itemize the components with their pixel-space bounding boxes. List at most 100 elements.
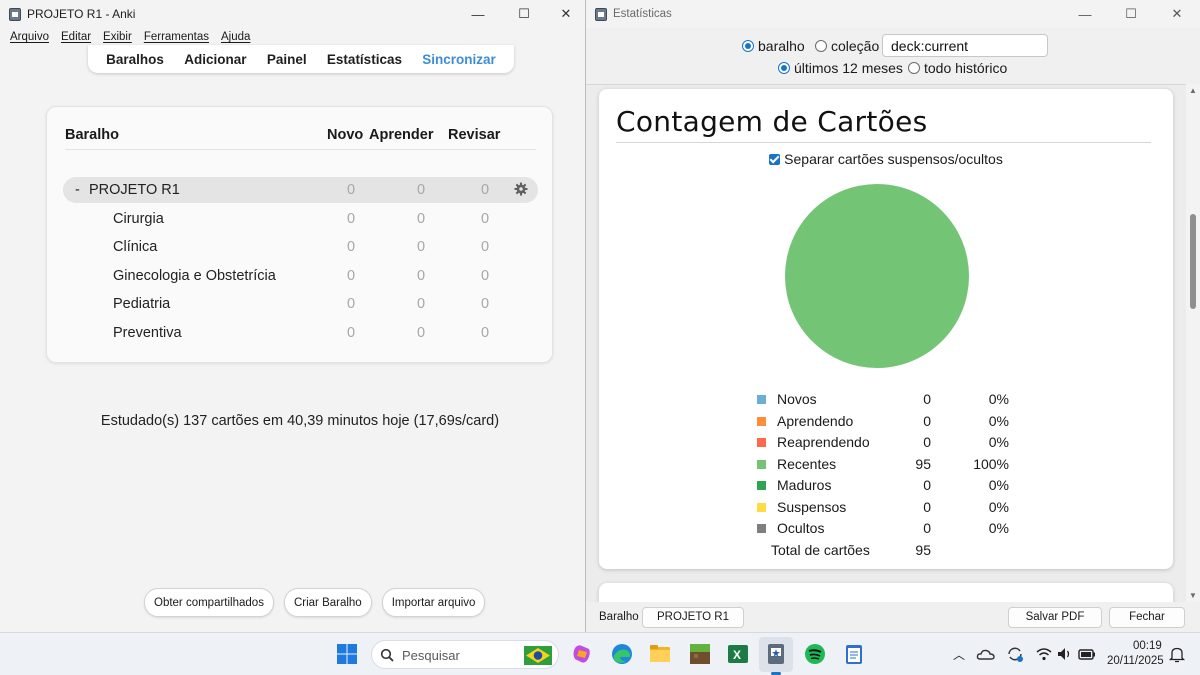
menu-ajuda[interactable]: Ajuda (215, 31, 256, 43)
deck-name[interactable]: PROJETO R1 (89, 182, 180, 198)
deck-name[interactable]: Clínica (113, 239, 157, 255)
scope-collection-radio[interactable]: coleção (815, 38, 879, 54)
chevron-up-icon[interactable]: ︿ (953, 646, 965, 663)
deck-name[interactable]: Ginecologia e Obstetrícia (113, 268, 276, 284)
studied-today-text: Estudado(s) 137 cartões em 40,39 minutos… (100, 413, 500, 429)
deck-table-header: Baralho Novo Aprender Revisar (65, 127, 536, 151)
deck-name[interactable]: Cirurgia (113, 211, 164, 227)
deck-learn-count: 0 (416, 182, 426, 198)
legend-total-row: Total de cartões 95 (771, 542, 1071, 558)
get-shared-button[interactable]: Obter compartilhados (144, 588, 274, 617)
excel-icon[interactable]: X (726, 642, 750, 666)
save-pdf-button[interactable]: Salvar PDF (1008, 607, 1102, 628)
minimize-button[interactable]: — (1062, 0, 1108, 28)
next-stats-panel (599, 583, 1173, 602)
toolbar-sync[interactable]: Sincronizar (422, 52, 496, 67)
windows-start-icon[interactable] (335, 642, 359, 666)
legend-label: Aprendendo (777, 412, 854, 429)
create-deck-button[interactable]: Criar Baralho (283, 588, 372, 617)
menu-arquivo[interactable]: Arquivo (4, 31, 55, 43)
maximize-button[interactable]: ☐ (501, 0, 547, 28)
clock-date[interactable]: 20/11/2025 (1107, 655, 1164, 667)
header-deck: Baralho (65, 127, 119, 143)
header-new: Novo (327, 127, 364, 143)
legend-label: Maduros (777, 477, 832, 493)
battery-icon[interactable] (1077, 645, 1097, 663)
separate-suspended-checkbox[interactable]: Separar cartões suspensos/ocultos (599, 151, 1173, 167)
maximize-button[interactable]: ☐ (1108, 0, 1154, 28)
period-last12-label: últimos 12 meses (794, 60, 903, 76)
collapse-toggle[interactable]: - (75, 182, 80, 198)
deck-row[interactable]: Clínica 0 0 0 (63, 234, 538, 260)
gear-icon[interactable] (514, 182, 528, 196)
scroll-up-arrow-icon[interactable]: ▲ (1189, 86, 1197, 95)
import-file-button[interactable]: Importar arquivo (381, 588, 486, 617)
scrollbar-thumb[interactable] (1190, 214, 1196, 309)
onedrive-icon[interactable] (976, 645, 996, 663)
radio-selected-icon (742, 40, 754, 52)
stats-content[interactable]: Contagem de Cartões Separar cartões susp… (586, 84, 1186, 602)
deck-new-count: 0 (346, 211, 356, 227)
deck-row-parent[interactable]: - PROJETO R1 0 0 0 (63, 177, 538, 203)
deck-name[interactable]: Pediatria (113, 296, 170, 312)
edge-icon[interactable] (610, 642, 634, 666)
radio-icon (908, 62, 920, 74)
notification-bell-icon[interactable] (1168, 645, 1186, 663)
deck-name[interactable]: Preventiva (113, 325, 182, 341)
total-label: Total de cartões (771, 541, 870, 558)
toolbar-browse[interactable]: Painel (267, 52, 307, 67)
close-stats-button[interactable]: Fechar (1109, 607, 1185, 628)
deck-learn-count: 0 (416, 239, 426, 255)
pie-slice-recentes[interactable] (785, 184, 969, 368)
minimize-button[interactable]: — (455, 0, 501, 28)
radio-selected-icon (778, 62, 790, 74)
deck-row[interactable]: Preventiva 0 0 0 (63, 320, 538, 346)
deck-row[interactable]: Pediatria 0 0 0 (63, 291, 538, 317)
copilot-icon[interactable] (570, 642, 594, 666)
legend-percent: 0% (988, 434, 1009, 450)
close-button[interactable]: ✕ (1154, 0, 1200, 28)
panel-divider (616, 142, 1151, 143)
menu-editar[interactable]: Editar (55, 31, 97, 43)
legend-swatch (757, 481, 766, 490)
period-last12-radio[interactable]: últimos 12 meses (778, 60, 903, 76)
legend-swatch (757, 438, 766, 447)
legend-label: Suspensos (777, 498, 847, 515)
close-button[interactable]: ✕ (547, 0, 585, 28)
menubar: Arquivo Editar Exibir Ferramentas Ajuda (0, 28, 585, 46)
legend-count: 0 (923, 520, 931, 536)
deck-review-count: 0 (480, 268, 490, 284)
scroll-down-arrow-icon[interactable]: ▼ (1189, 591, 1197, 600)
deck-row[interactable]: Ginecologia e Obstetrícia 0 0 0 (63, 263, 538, 289)
period-all-radio[interactable]: todo histórico (908, 60, 1007, 76)
legend-percent: 0% (988, 391, 1009, 407)
minecraft-icon[interactable] (688, 642, 712, 666)
stats-scrollbar[interactable]: ▲ ▼ (1186, 84, 1200, 602)
clock-time[interactable]: 00:19 (1133, 640, 1162, 652)
menu-exibir[interactable]: Exibir (97, 31, 138, 43)
legend-percent: 0% (988, 520, 1009, 536)
toolbar-decks[interactable]: Baralhos (106, 52, 164, 67)
volume-icon[interactable] (1056, 645, 1074, 663)
deck-search-input[interactable] (882, 34, 1048, 57)
stats-bottom-bar: Baralho PROJETO R1 Salvar PDF Fechar (586, 602, 1200, 632)
brazil-flag-icon (524, 646, 552, 665)
file-explorer-icon[interactable] (648, 642, 672, 666)
wifi-icon[interactable] (1035, 645, 1053, 663)
deck-review-count: 0 (480, 239, 490, 255)
notepad-icon[interactable] (842, 642, 866, 666)
legend-row: Recentes 95 100% (757, 456, 1057, 476)
anki-icon[interactable] (764, 642, 788, 666)
toolbar-add[interactable]: Adicionar (184, 52, 246, 67)
checkbox-checked-icon[interactable] (769, 154, 781, 165)
toolbar-stats[interactable]: Estatísticas (327, 52, 402, 67)
deck-selector-button[interactable]: PROJETO R1 (642, 607, 744, 628)
scope-deck-radio[interactable]: baralho (742, 38, 805, 54)
sync-status-icon[interactable] (1005, 645, 1025, 663)
deck-row[interactable]: Cirurgia 0 0 0 (63, 206, 538, 232)
taskbar-search[interactable]: Pesquisar (371, 640, 559, 669)
legend-swatch (757, 502, 766, 512)
anki-titlebar: PROJETO R1 - Anki — ☐ ✕ (0, 0, 585, 28)
spotify-icon[interactable] (803, 642, 827, 666)
menu-ferramentas[interactable]: Ferramentas (138, 31, 215, 43)
